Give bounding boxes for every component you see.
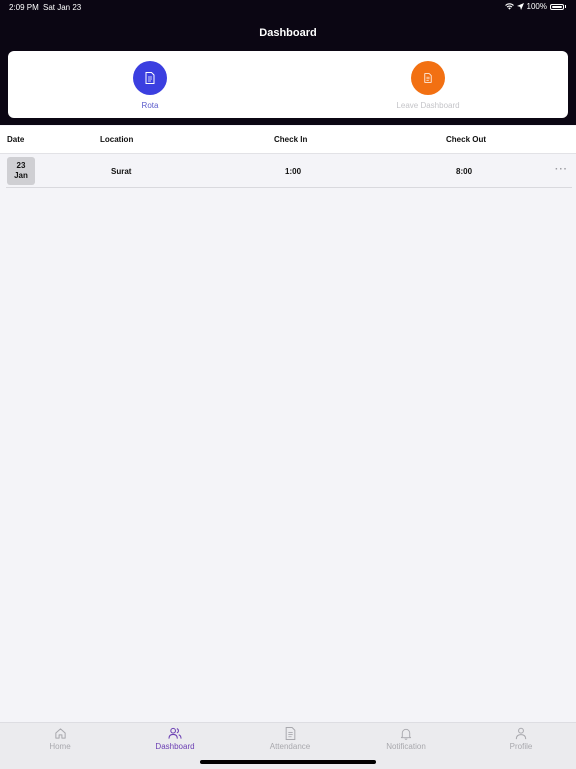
- column-header-check-out: Check Out: [446, 135, 487, 144]
- battery-cap: [565, 5, 566, 8]
- row-location: Surat: [111, 167, 132, 176]
- column-header-date: Date: [7, 135, 25, 144]
- tab-dashboard-label: Dashboard: [155, 742, 195, 751]
- date-month: Jan: [14, 171, 28, 180]
- location-arrow-icon: [516, 3, 524, 10]
- tab-profile-label: Profile: [509, 742, 533, 751]
- rota-icon-circle: [133, 61, 167, 95]
- home-indicator: [200, 760, 376, 764]
- document-icon: [145, 72, 155, 84]
- document-icon: [285, 727, 295, 740]
- tab-dashboard[interactable]: Dashboard: [130, 727, 220, 751]
- tab-profile[interactable]: Profile: [476, 727, 566, 751]
- rota-label: Rota: [141, 101, 159, 110]
- leave-dashboard-label: Leave Dashboard: [396, 101, 460, 110]
- tab-attendance-label: Attendance: [269, 742, 311, 751]
- battery-icon: [550, 3, 564, 10]
- date-badge: 23 Jan: [7, 157, 35, 185]
- wifi-icon: [504, 3, 514, 10]
- row-check-in: 1:00: [285, 167, 302, 176]
- row-check-out: 8:00: [456, 167, 473, 176]
- tab-attendance[interactable]: Attendance: [245, 727, 335, 751]
- column-header-check-in: Check In: [274, 135, 308, 144]
- status-time: 2:09 PM: [9, 3, 39, 12]
- person-icon: [515, 727, 527, 740]
- date-day: 23: [16, 161, 26, 170]
- table-row[interactable]: 23 Jan Surat 1:00 8:00 ···: [6, 155, 572, 188]
- tab-home[interactable]: Home: [15, 727, 105, 751]
- page-title: Dashboard: [259, 27, 317, 39]
- app-header: 2:09 PM Sat Jan 23 100% Dashboard Rota L…: [0, 0, 576, 125]
- tab-home-label: Home: [49, 742, 71, 751]
- leave-dashboard-icon-circle: [411, 61, 445, 95]
- battery-percent: 100%: [526, 2, 547, 11]
- leave-dashboard-button[interactable]: Leave Dashboard: [358, 61, 498, 110]
- document-icon: [424, 73, 432, 83]
- status-indicators: 100%: [504, 2, 566, 11]
- more-options-icon[interactable]: ···: [555, 164, 568, 175]
- status-bar: 2:09 PM Sat Jan 23 100%: [0, 0, 576, 14]
- column-header-location: Location: [100, 135, 134, 144]
- tab-notification[interactable]: Notification: [361, 727, 451, 751]
- home-icon: [54, 728, 66, 739]
- users-icon: [168, 727, 182, 739]
- quick-actions-card: Rota Leave Dashboard: [8, 51, 568, 118]
- status-date: Sat Jan 23: [43, 3, 82, 12]
- table-header: Date Location Check In Check Out: [0, 126, 576, 154]
- rota-button[interactable]: Rota: [80, 61, 220, 110]
- tab-notification-label: Notification: [386, 742, 426, 751]
- bell-icon: [400, 728, 412, 740]
